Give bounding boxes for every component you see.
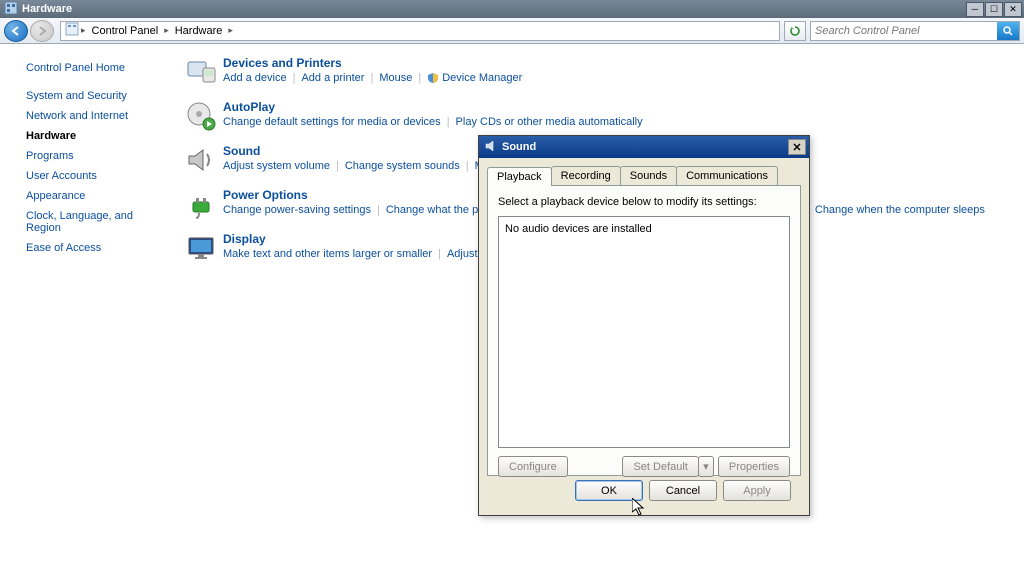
- chevron-right-icon[interactable]: ▸: [79, 25, 88, 36]
- sidebar: Control Panel Home System and Security N…: [0, 44, 175, 573]
- address-bar: ▸ Control Panel ▸ Hardware ▸: [0, 18, 1024, 44]
- maximize-button[interactable]: ☐: [985, 2, 1003, 17]
- control-panel-icon: [4, 1, 18, 18]
- chevron-right-icon[interactable]: ▸: [162, 25, 171, 36]
- refresh-button[interactable]: [784, 21, 806, 41]
- sidebar-item-clock[interactable]: Clock, Language, and Region: [26, 210, 167, 234]
- dialog-close-button[interactable]: ✕: [788, 139, 806, 155]
- display-icon: [185, 232, 217, 264]
- link-autoplay-cds[interactable]: Play CDs or other media automatically: [456, 116, 643, 128]
- playback-instruction: Select a playback device below to modify…: [498, 196, 790, 208]
- dialog-titlebar[interactable]: Sound ✕: [479, 136, 809, 158]
- dialog-title: Sound: [502, 141, 536, 153]
- properties-button: Properties: [718, 456, 790, 477]
- power-icon: [185, 188, 217, 220]
- window-title: Hardware: [22, 3, 72, 15]
- close-button[interactable]: ✕: [1004, 2, 1022, 17]
- minimize-button[interactable]: ─: [966, 2, 984, 17]
- link-sleep[interactable]: Change when the computer sleeps: [815, 204, 985, 216]
- link-text-size[interactable]: Make text and other items larger or smal…: [223, 248, 432, 260]
- back-button[interactable]: [4, 20, 28, 42]
- autoplay-icon: [185, 100, 217, 132]
- tab-communications[interactable]: Communications: [676, 166, 778, 185]
- dialog-tabs: Playback Recording Sounds Communications: [487, 166, 801, 186]
- apply-button: Apply: [723, 480, 791, 501]
- link-mouse[interactable]: Mouse: [379, 72, 412, 84]
- devices-icon: [185, 56, 217, 88]
- sidebar-item-network[interactable]: Network and Internet: [26, 110, 167, 122]
- link-system-sounds[interactable]: Change system sounds: [345, 160, 460, 172]
- forward-button: [30, 20, 54, 42]
- ok-button[interactable]: OK: [575, 480, 643, 501]
- category-title[interactable]: Devices and Printers: [223, 56, 522, 70]
- configure-button: Configure: [498, 456, 568, 477]
- search-input[interactable]: [811, 25, 997, 37]
- sidebar-item-hardware[interactable]: Hardware: [26, 130, 167, 142]
- breadcrumb-current[interactable]: Hardware: [171, 25, 227, 37]
- sound-icon: [185, 144, 217, 176]
- tab-playback[interactable]: Playback: [487, 167, 552, 186]
- tab-recording[interactable]: Recording: [551, 166, 621, 185]
- window-titlebar: Hardware ─ ☐ ✕: [0, 0, 1024, 18]
- sidebar-item-home[interactable]: Control Panel Home: [26, 62, 167, 74]
- link-device-manager[interactable]: Device Manager: [442, 72, 522, 84]
- tab-sounds[interactable]: Sounds: [620, 166, 677, 185]
- sidebar-item-accounts[interactable]: User Accounts: [26, 170, 167, 182]
- cancel-button[interactable]: Cancel: [649, 480, 717, 501]
- chevron-right-icon[interactable]: ▸: [226, 25, 235, 36]
- breadcrumb-bar[interactable]: ▸ Control Panel ▸ Hardware ▸: [60, 21, 780, 41]
- control-panel-icon-small: [65, 22, 79, 39]
- window-controls: ─ ☐ ✕: [965, 2, 1022, 17]
- link-add-device[interactable]: Add a device: [223, 72, 287, 84]
- link-add-printer[interactable]: Add a printer: [301, 72, 364, 84]
- category-devices: Devices and Printers Add a device| Add a…: [185, 56, 1014, 88]
- category-title[interactable]: AutoPlay: [223, 100, 643, 114]
- link-volume[interactable]: Adjust system volume: [223, 160, 330, 172]
- empty-message: No audio devices are installed: [505, 223, 652, 235]
- category-autoplay: AutoPlay Change default settings for med…: [185, 100, 1014, 132]
- breadcrumb-root[interactable]: Control Panel: [88, 25, 163, 37]
- sidebar-item-appearance[interactable]: Appearance: [26, 190, 167, 202]
- search-box[interactable]: [810, 21, 1020, 41]
- sidebar-item-ease[interactable]: Ease of Access: [26, 242, 167, 254]
- set-default-dropdown: ▾: [698, 456, 714, 477]
- shield-icon: [427, 72, 439, 84]
- link-power-saving[interactable]: Change power-saving settings: [223, 204, 371, 216]
- playback-pane: Select a playback device below to modify…: [487, 186, 801, 476]
- device-list[interactable]: No audio devices are installed: [498, 216, 790, 448]
- sidebar-item-system[interactable]: System and Security: [26, 90, 167, 102]
- set-default-button: Set Default: [622, 456, 698, 477]
- speaker-icon: [484, 139, 498, 156]
- search-button[interactable]: [997, 22, 1019, 40]
- sound-dialog: Sound ✕ Playback Recording Sounds Commun…: [478, 135, 810, 516]
- sidebar-item-programs[interactable]: Programs: [26, 150, 167, 162]
- link-autoplay-defaults[interactable]: Change default settings for media or dev…: [223, 116, 441, 128]
